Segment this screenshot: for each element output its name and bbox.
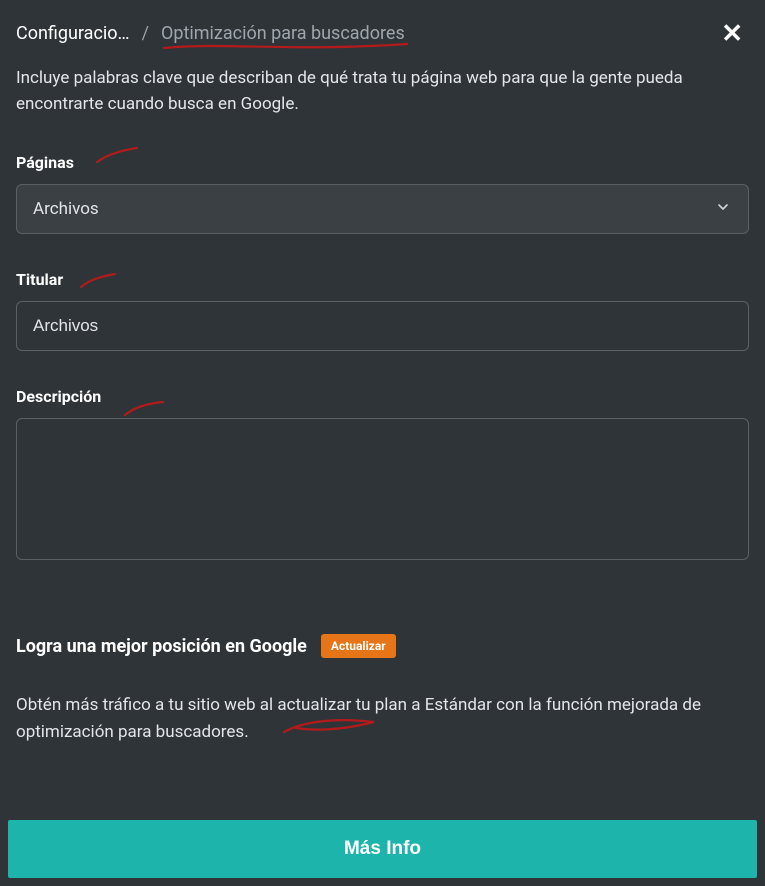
pages-select[interactable]: Archivos — [16, 184, 749, 234]
title-field-group: Titular — [0, 270, 765, 351]
title-label: Titular — [16, 270, 749, 289]
upgrade-heading-row: Logra una mejor posición en Google Actua… — [16, 634, 749, 658]
upgrade-badge[interactable]: Actualizar — [321, 634, 396, 658]
footer: Más Info — [8, 820, 757, 878]
description-textarea[interactable] — [16, 418, 749, 560]
description-field-group: Descripción — [0, 387, 765, 564]
upgrade-heading: Logra una mejor posición en Google — [16, 636, 307, 657]
panel-header: Configuracio… / Optimización para buscad… — [0, 0, 765, 54]
pages-select-wrap: Archivos — [16, 184, 749, 234]
upgrade-description: Obtén más tráfico a tu sitio web al actu… — [16, 692, 749, 746]
upgrade-section: Logra una mejor posición en Google Actua… — [0, 634, 765, 746]
breadcrumb-current: Optimización para buscadores — [161, 23, 405, 44]
breadcrumb-separator: / — [142, 23, 149, 44]
intro-text: Incluye palabras clave que describan de … — [0, 54, 765, 117]
description-label: Descripción — [16, 387, 749, 406]
title-input[interactable] — [16, 301, 749, 351]
breadcrumb: Configuracio… / Optimización para buscad… — [16, 23, 405, 44]
breadcrumb-root[interactable]: Configuracio… — [16, 23, 130, 44]
close-button[interactable]: ✕ — [715, 20, 749, 46]
close-icon: ✕ — [721, 18, 743, 48]
pages-label: Páginas — [16, 153, 749, 172]
more-info-button[interactable]: Más Info — [8, 820, 757, 878]
pages-field-group: Páginas Archivos — [0, 153, 765, 234]
